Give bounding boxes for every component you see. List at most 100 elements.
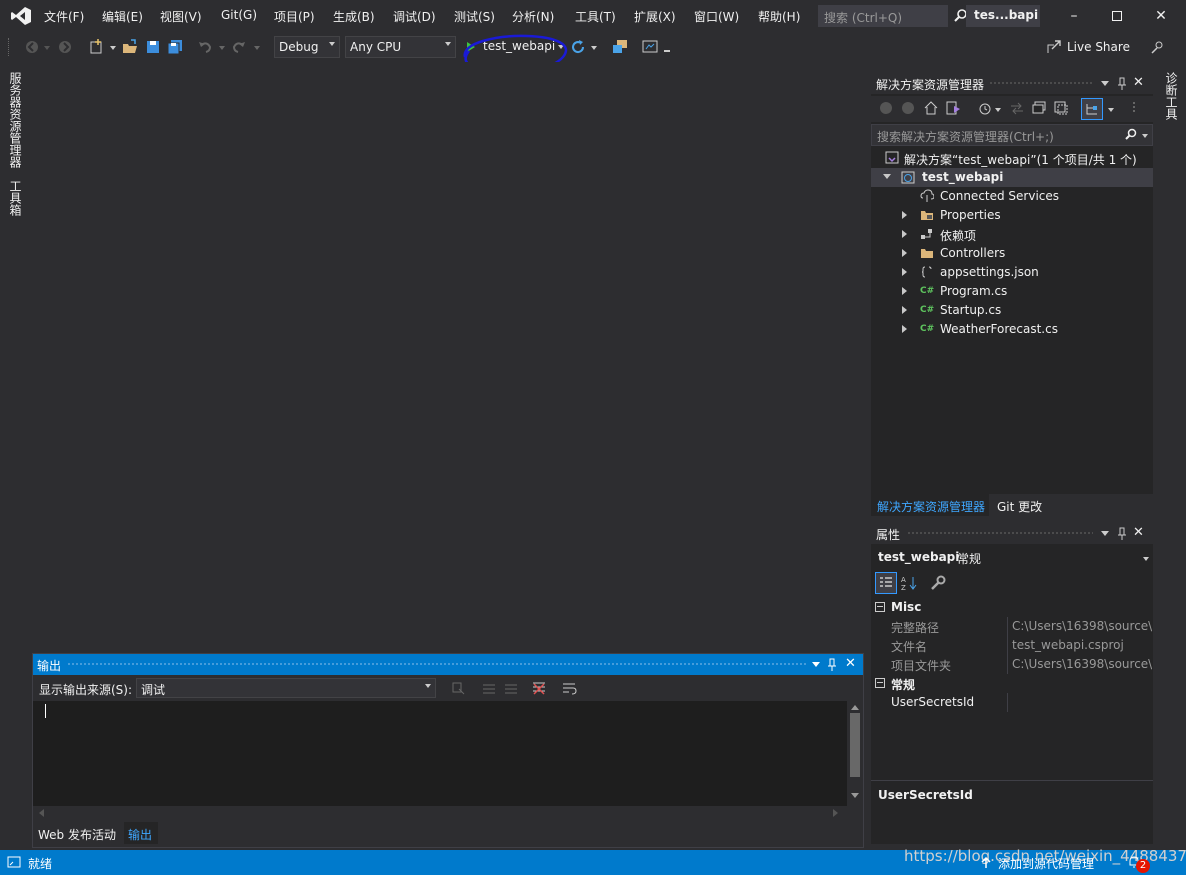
property-row[interactable]: 文件名 test_webapi.csproj <box>871 636 1153 655</box>
platform-dropdown[interactable]: Any CPU <box>345 36 456 58</box>
tree-item[interactable]: Properties <box>871 206 1153 225</box>
close-icon[interactable]: ✕ <box>1133 75 1144 90</box>
refresh-dropdown-icon[interactable] <box>591 46 597 50</box>
tree-item[interactable]: C# Startup.cs <box>871 301 1153 320</box>
tree-project[interactable]: test_webapi <box>871 168 1153 187</box>
tree-dropdown-icon[interactable] <box>1108 108 1114 112</box>
menu-file[interactable]: 文件(F) <box>44 8 84 25</box>
collapse-all-icon[interactable] <box>1031 100 1047 116</box>
scrollbar-thumb[interactable] <box>850 713 860 777</box>
show-all-files-icon[interactable] <box>1053 100 1069 116</box>
tree-item[interactable]: Connected Services <box>871 187 1153 206</box>
scroll-down-icon[interactable] <box>851 793 859 798</box>
tree-item[interactable]: C# WeatherForecast.cs <box>871 320 1153 339</box>
tab-diagnostic-tools[interactable]: 诊断工具 <box>1163 72 1180 120</box>
new-dropdown-icon[interactable] <box>110 46 116 50</box>
menu-build[interactable]: 生成(B) <box>333 8 375 25</box>
menu-project[interactable]: 项目(P) <box>274 8 315 25</box>
back-icon[interactable] <box>879 101 893 115</box>
close-icon[interactable]: ✕ <box>1151 6 1171 26</box>
tab-server-explorer[interactable]: 服务器资源管理器 <box>7 72 24 168</box>
switch-views-icon[interactable] <box>945 100 961 116</box>
save-icon[interactable] <box>145 39 161 55</box>
window-menu-icon[interactable] <box>1101 531 1109 536</box>
window-menu-icon[interactable] <box>1101 81 1109 86</box>
sync-active-document-button[interactable] <box>1081 98 1103 120</box>
expand-icon[interactable] <box>883 174 891 179</box>
window-menu-icon[interactable] <box>812 662 820 667</box>
menu-git[interactable]: Git(G) <box>221 8 257 22</box>
expand-icon[interactable] <box>902 211 907 219</box>
tree-item[interactable]: C# Program.cs <box>871 282 1153 301</box>
add-to-source-control-button[interactable]: 添加到源代码管理 <box>998 855 1094 872</box>
output-source-dropdown[interactable]: 调试 <box>136 678 436 698</box>
undo-icon[interactable] <box>197 39 213 55</box>
property-pages-icon[interactable] <box>929 574 947 592</box>
pin-icon[interactable] <box>1117 527 1127 541</box>
home-icon[interactable] <box>923 100 939 116</box>
expand-icon[interactable] <box>902 287 907 295</box>
tree-item[interactable]: appsettings.json <box>871 263 1153 282</box>
find-message-icon[interactable] <box>451 681 467 695</box>
new-project-icon[interactable] <box>88 39 104 55</box>
vs-logo-icon[interactable] <box>10 6 32 26</box>
forward-icon[interactable] <box>57 39 73 55</box>
scroll-right-icon[interactable] <box>833 809 838 817</box>
maximize-icon[interactable] <box>1107 6 1127 26</box>
tree-item[interactable]: 依赖项 <box>871 225 1153 244</box>
redo-dropdown-icon[interactable] <box>254 46 260 50</box>
property-object-selector[interactable]: test_webapi 常规 <box>871 546 1153 568</box>
solution-search-input[interactable]: 搜索解决方案资源管理器(Ctrl+;) <box>871 124 1153 146</box>
menu-debug[interactable]: 调试(D) <box>393 8 436 25</box>
property-category-misc[interactable]: Misc <box>871 598 1153 617</box>
tree-solution[interactable]: 解决方案“test_webapi”(1 个项目/共 1 个) <box>871 149 1153 168</box>
forward-icon[interactable] <box>901 101 915 115</box>
close-icon[interactable]: ✕ <box>1133 525 1144 540</box>
save-all-icon[interactable] <box>167 39 183 55</box>
refresh-icon[interactable] <box>570 39 586 55</box>
header-grip[interactable] <box>907 531 1093 536</box>
tab-solution-explorer[interactable]: 解决方案资源管理器 <box>871 494 989 516</box>
property-row[interactable]: UserSecretsId <box>871 693 1153 712</box>
minimize-icon[interactable]: – <box>1064 6 1084 26</box>
pin-icon[interactable] <box>1117 77 1127 91</box>
collapse-icon[interactable] <box>875 678 885 688</box>
header-grip[interactable] <box>67 662 807 667</box>
undo-dropdown-icon[interactable] <box>219 46 225 50</box>
search-icon[interactable] <box>1124 128 1138 142</box>
tab-web-publish[interactable]: Web 发布活动 <box>38 826 116 843</box>
live-share-button[interactable]: Live Share <box>1067 40 1130 54</box>
clear-all-icon[interactable] <box>531 681 547 695</box>
header-grip[interactable] <box>989 81 1093 86</box>
menu-window[interactable]: 窗口(W) <box>694 8 739 25</box>
feedback-icon[interactable] <box>1150 39 1166 55</box>
collapse-icon[interactable] <box>875 602 885 612</box>
property-category-general[interactable]: 常规 <box>871 674 1153 693</box>
property-row[interactable]: 完整路径 C:\Users\16398\source\r <box>871 617 1153 636</box>
expand-icon[interactable] <box>902 268 907 276</box>
word-wrap-icon[interactable] <box>561 681 577 695</box>
vertical-scrollbar[interactable] <box>847 701 863 806</box>
menu-extensions[interactable]: 扩展(X) <box>634 8 676 25</box>
pending-changes-filter-icon[interactable] <box>977 100 993 116</box>
expand-icon[interactable] <box>902 249 907 257</box>
menu-test[interactable]: 测试(S) <box>454 8 495 25</box>
config-dropdown[interactable]: Debug <box>274 36 340 58</box>
sync-icon[interactable] <box>1009 100 1025 116</box>
toolbar-overflow-icon[interactable] <box>1133 102 1135 112</box>
browser-link-icon[interactable] <box>612 39 628 55</box>
property-row[interactable]: 项目文件夹 C:\Users\16398\source\r <box>871 655 1153 674</box>
search-input[interactable]: 搜索 (Ctrl+Q) <box>818 5 967 27</box>
categorized-button[interactable] <box>875 572 897 594</box>
menu-view[interactable]: 视图(V) <box>160 8 202 25</box>
redo-icon[interactable] <box>231 39 247 55</box>
menu-help[interactable]: 帮助(H) <box>758 8 800 25</box>
screen-capture-icon[interactable] <box>642 39 658 55</box>
expand-icon[interactable] <box>902 325 907 333</box>
tab-output[interactable]: 输出 <box>124 822 158 844</box>
scroll-up-icon[interactable] <box>851 705 859 710</box>
search-options-icon[interactable] <box>1142 134 1148 138</box>
tab-git-changes[interactable]: Git 更改 <box>997 498 1042 515</box>
horizontal-scrollbar[interactable] <box>33 806 863 820</box>
live-share-icon[interactable] <box>1046 39 1062 55</box>
